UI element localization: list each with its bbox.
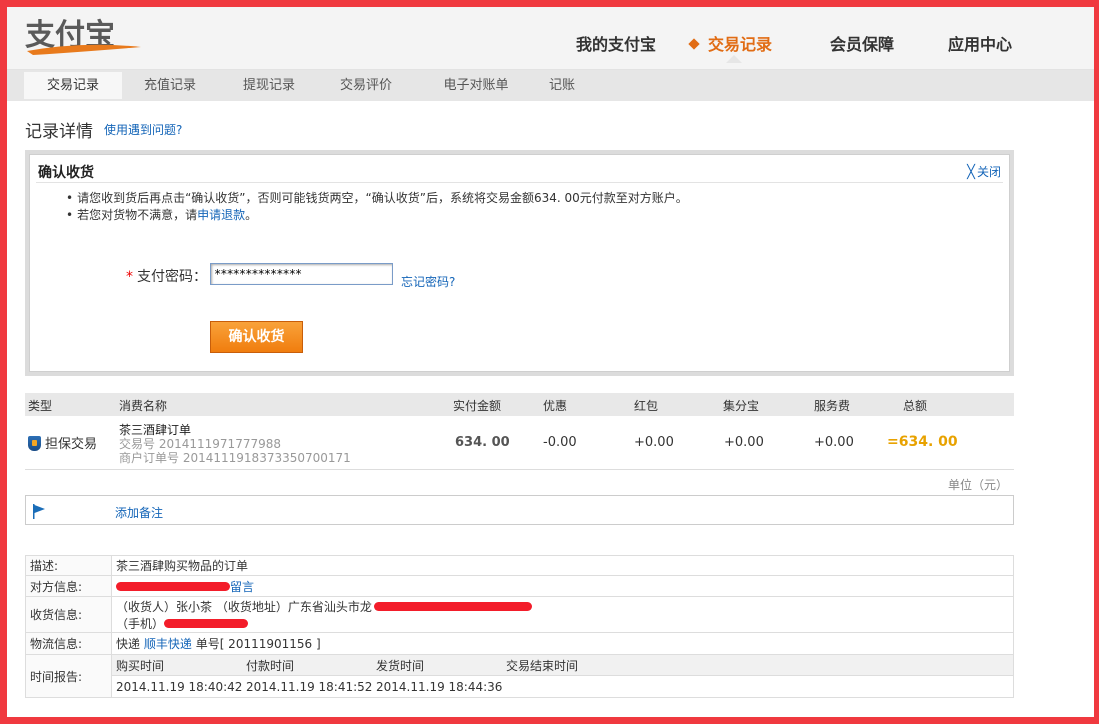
paid-amount: 634. 00	[455, 435, 510, 450]
active-tab-caret-icon	[726, 55, 742, 63]
table-row: 担保交易 茶三酒肆订单 交易号 2014111971777988 商户订单号 2…	[25, 416, 1014, 470]
password-label: * 支付密码：	[126, 269, 207, 285]
shield-icon	[28, 436, 41, 451]
page-title: 记录详情	[25, 122, 93, 142]
subtab-withdraw-records[interactable]: 提现记录	[226, 72, 312, 99]
points-amount: +0.00	[724, 435, 764, 450]
detail-table: 描述: 茶三酒肆购买物品的订单 对方信息: 留言 收货信息: （收货人）张小茶 …	[25, 555, 1014, 698]
time-header: 交易结束时间	[506, 658, 579, 673]
time-report: 购买时间 付款时间 发货时间 交易结束时间 2014.11.19 18:40:4…	[111, 654, 1014, 698]
time-label: 时间报告:	[25, 654, 112, 698]
topnav-member-protection[interactable]: 会员保障	[830, 31, 894, 55]
logistics-value: 快递 顺丰快递 单号[ 20111901156 ]	[111, 632, 1014, 655]
redaction-mark	[164, 618, 249, 628]
close-icon: ╳	[967, 165, 975, 180]
topnav-my-alipay[interactable]: 我的支付宝	[576, 31, 656, 55]
col-name: 消费名称	[119, 399, 168, 413]
subtab-bookkeeping[interactable]: 记账	[539, 72, 585, 99]
topnav-trade-records[interactable]: 交易记录	[688, 31, 772, 55]
receiver-label: 收货信息:	[25, 596, 112, 633]
time-header: 发货时间	[376, 658, 425, 673]
message-link[interactable]: 留言	[230, 580, 254, 594]
redaction-mark	[373, 601, 532, 611]
order-name: 茶三酒肆订单 交易号 2014111971777988 商户订单号 201411…	[119, 423, 351, 465]
time-header: 购买时间	[116, 658, 165, 673]
time-value: 2014.11.19 18:40:42	[116, 679, 243, 694]
time-value: 2014.11.19 18:41:52	[246, 679, 373, 694]
notice-line: • 若您对货物不满意，请申请退款。	[66, 208, 258, 222]
order-table-header: 类型 消费名称 实付金额 优惠 红包 集分宝 服务费 总额	[25, 393, 1014, 416]
unit-label: 单位（元）	[948, 478, 1009, 492]
close-button[interactable]: ╳ 关闭	[967, 163, 1001, 180]
forgot-password-link[interactable]: 忘记密码?	[401, 273, 455, 290]
subtab-trade-records[interactable]: 交易记录	[24, 72, 122, 99]
flag-icon	[33, 504, 45, 519]
subtab-recharge-records[interactable]: 充值记录	[127, 72, 213, 99]
col-type: 类型	[28, 399, 53, 413]
divider	[36, 182, 1003, 183]
desc-value: 茶三酒肆购买物品的订单	[111, 555, 1014, 576]
discount-amount: -0.00	[543, 435, 577, 450]
confirm-receipt-panel: 确认收货 ╳ 关闭 • 请您收到货后再点击“确认收货”，否则可能钱货两空，“确认收货…	[25, 150, 1014, 376]
confirm-title: 确认收货	[38, 165, 94, 181]
col-total: 总额	[903, 399, 928, 413]
trade-type: 担保交易	[28, 433, 97, 452]
counterparty-value: 留言	[111, 575, 1014, 597]
bullet-icon: •	[66, 208, 74, 222]
logistics-label: 物流信息:	[25, 632, 112, 655]
sub-nav: 交易记录 充值记录 提现记录 交易评价 电子对账单 记账	[7, 70, 1094, 101]
counterparty-label: 对方信息:	[25, 575, 112, 597]
refund-link[interactable]: 申请退款	[197, 208, 245, 222]
topnav-app-center[interactable]: 应用中心	[948, 31, 1012, 55]
active-diamond-icon	[688, 38, 700, 50]
confirm-receipt-button[interactable]: 确认收货	[210, 321, 303, 353]
col-points: 集分宝	[723, 399, 760, 413]
receiver-value: （收货人）张小茶 （收货地址）广东省汕头市龙 （手机）	[111, 596, 1014, 633]
confirm-receipt-inner: 确认收货 ╳ 关闭 • 请您收到货后再点击“确认收货”，否则可能钱货两空，“确认收货…	[29, 154, 1010, 372]
col-service-fee: 服务费	[814, 399, 851, 413]
bullet-icon: •	[66, 191, 74, 205]
add-remark-link[interactable]: 添加备注	[115, 504, 163, 521]
notice-line: • 请您收到货后再点击“确认收货”，否则可能钱货两空，“确认收货”后，系统将交易金…	[66, 191, 688, 205]
total-amount: =634. 00	[887, 434, 958, 450]
subtab-trade-review[interactable]: 交易评价	[323, 72, 409, 99]
col-red-packet: 红包	[634, 399, 659, 413]
desc-label: 描述:	[25, 555, 112, 576]
red-packet-amount: +0.00	[634, 435, 674, 450]
site-header: 支付宝 我的支付宝 交易记录 会员保障 应用中心	[7, 7, 1094, 70]
subtab-e-statement[interactable]: 电子对账单	[427, 72, 525, 99]
payment-password-input[interactable]	[210, 263, 393, 285]
courier-link[interactable]: 顺丰快递	[144, 637, 192, 651]
redaction-mark	[116, 581, 230, 591]
help-link[interactable]: 使用遇到问题?	[104, 121, 182, 138]
time-value: 2014.11.19 18:44:36	[376, 679, 503, 694]
col-discount: 优惠	[543, 399, 568, 413]
remark-bar: 添加备注	[25, 495, 1014, 525]
time-header: 付款时间	[246, 658, 295, 673]
col-paid: 实付金额	[453, 399, 502, 413]
service-fee-amount: +0.00	[814, 435, 854, 450]
alipay-logo[interactable]: 支付宝	[23, 11, 143, 59]
